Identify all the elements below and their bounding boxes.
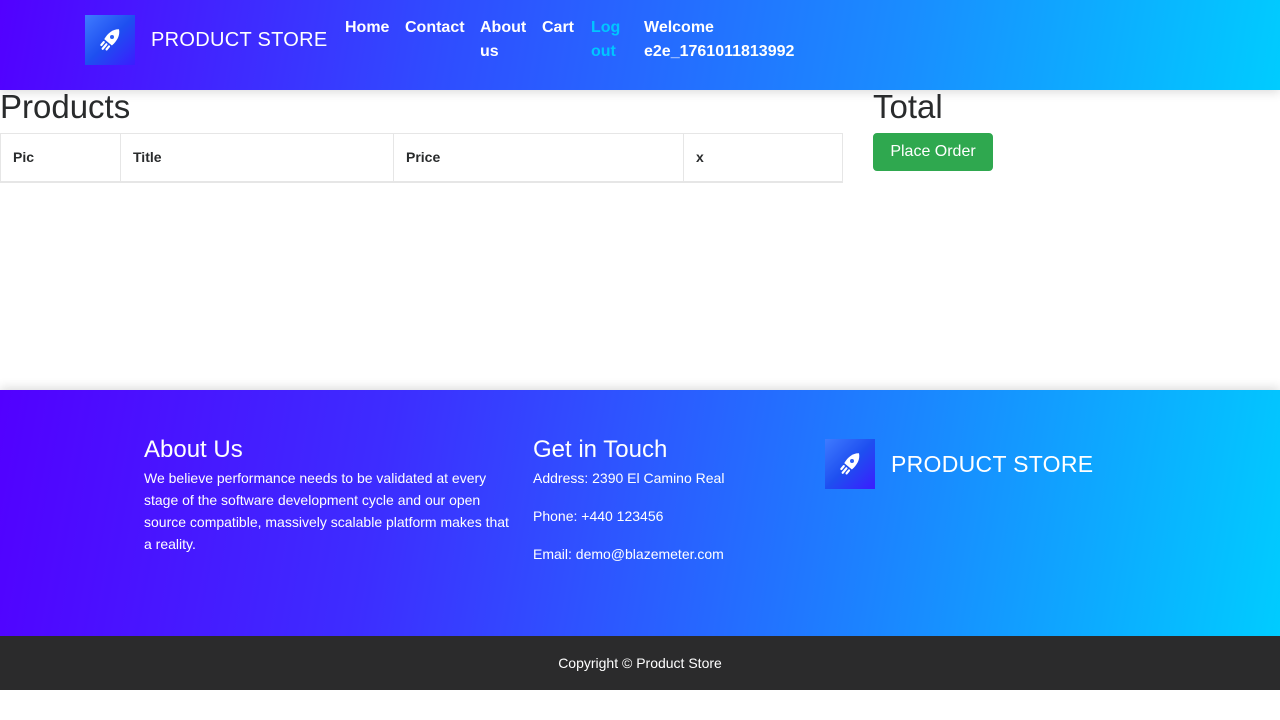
footer-brand-name: PRODUCT STORE — [891, 450, 1094, 477]
brand-logo-link[interactable]: PRODUCT STORE — [85, 15, 328, 65]
nav-contact-link[interactable]: Contact — [405, 16, 465, 40]
footer-about-text: We believe performance needs to be valid… — [144, 470, 509, 552]
nav-about-link[interactable]: About us — [480, 16, 534, 64]
column-header-pic: Pic — [0, 133, 121, 183]
column-header-price: Price — [393, 133, 684, 183]
footer: About Us We believe performance needs to… — [0, 390, 1280, 636]
footer-contact-heading: Get in Touch — [533, 436, 668, 463]
nav-home-link[interactable]: Home — [345, 16, 389, 40]
column-header-delete: x — [683, 133, 843, 183]
total-heading: Total — [873, 88, 943, 125]
brand-name: PRODUCT STORE — [151, 29, 328, 51]
rocket-icon — [825, 439, 875, 489]
footer-address: Address: 2390 El Camino Real — [533, 470, 725, 486]
footer-contact-section: Get in Touch Address: 2390 El Camino Rea… — [533, 435, 783, 581]
cart-table-header-row: Pic Title Price x — [0, 133, 843, 183]
place-order-button[interactable]: Place Order — [873, 133, 993, 171]
cart-table: Pic Title Price x — [0, 133, 843, 183]
footer-about-heading: About Us — [144, 436, 243, 463]
nav-cart-link[interactable]: Cart — [542, 16, 574, 40]
footer-about-section: About Us We believe performance needs to… — [144, 435, 509, 555]
welcome-user-text: Welcome e2e_1761011813992 — [644, 19, 795, 60]
footer-email: Email: demo@blazemeter.com — [533, 546, 724, 562]
column-header-title: Title — [120, 133, 394, 183]
navbar: PRODUCT STORE Home Contact About us Cart… — [0, 0, 1280, 90]
nav-logout-link[interactable]: Log out — [591, 16, 623, 64]
products-heading: Products — [0, 88, 131, 125]
copyright-bar: Copyright © Product Store — [0, 636, 1280, 690]
footer-brand: PRODUCT STORE — [825, 439, 1093, 489]
footer-phone: Phone: +440 123456 — [533, 508, 664, 524]
rocket-icon — [85, 15, 135, 65]
copyright-text: Copyright © Product Store — [558, 655, 722, 671]
